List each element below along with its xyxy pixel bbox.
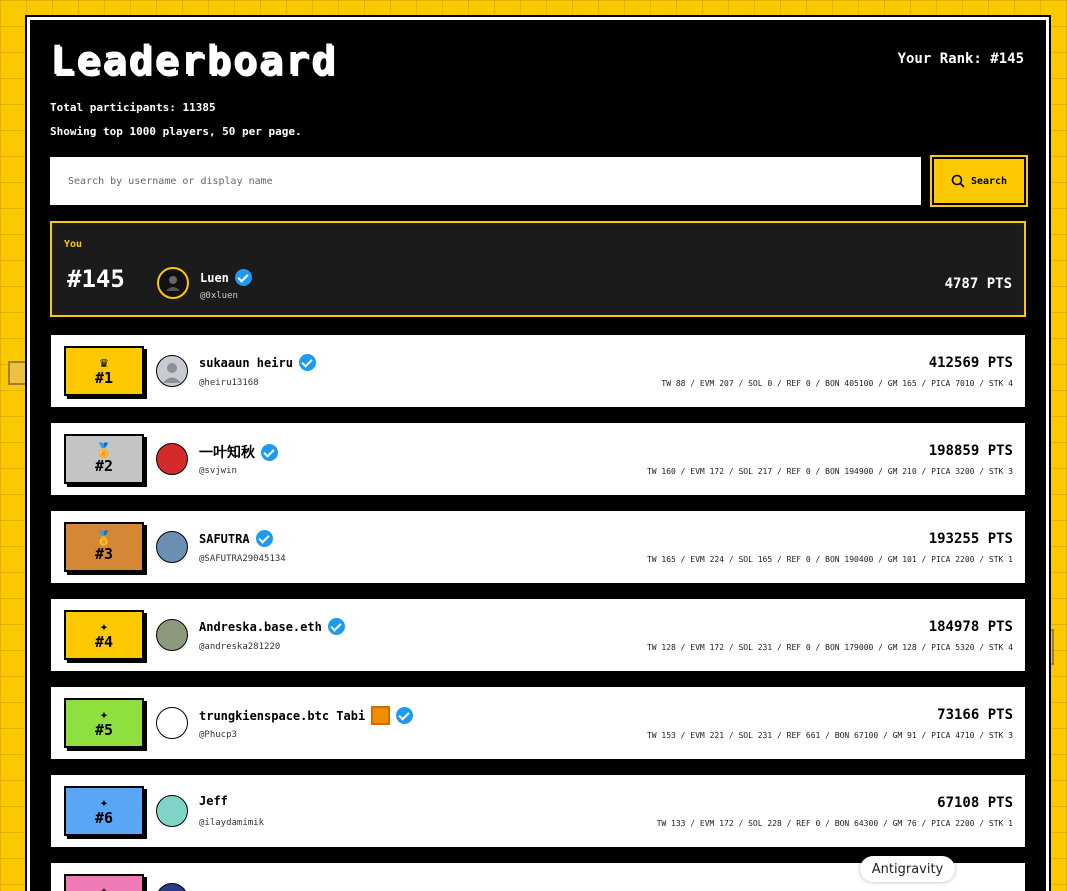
player-points: 67108 PTS	[937, 795, 1013, 811]
player-handle: @ilaydamimik	[199, 818, 265, 828]
player-name-text: Jeff	[199, 794, 228, 808]
player-points: 412569 PTS	[928, 355, 1013, 371]
rank-number: #3	[94, 545, 114, 563]
rank-number: #4	[94, 633, 114, 651]
total-participants: Total participants: 11385	[50, 101, 216, 114]
rank-badge: 🏅 #3	[64, 522, 144, 572]
player-name: SAFUTRA	[199, 530, 273, 547]
verified-icon	[327, 618, 345, 635]
avatar	[156, 355, 188, 387]
search-input[interactable]	[50, 157, 921, 205]
antigravity-badge[interactable]: Antigravity	[860, 856, 955, 882]
orange-square-icon	[371, 706, 391, 725]
rank-number: #1	[94, 369, 114, 387]
rank-number: #5	[94, 721, 114, 739]
player-handle: @svjwin	[199, 466, 237, 476]
showing-info: Showing top 1000 players, 50 per page.	[50, 125, 302, 138]
player-points: 73166 PTS	[937, 707, 1013, 723]
player-name-text: 一叶知秋	[199, 445, 255, 461]
your-name-text: Luen	[200, 270, 229, 285]
leaderboard-row[interactable]: 🏅 #3 SAFUTRA @SAFUTRA29045134 193255 PTS…	[51, 511, 1025, 583]
avatar	[156, 883, 188, 891]
player-stats: TW 88 / EVM 207 / SOL 0 / REF 0 / BON 40…	[661, 379, 1013, 388]
player-handle: @andreska281220	[199, 642, 281, 652]
player-name-text: Andreska.base.eth	[199, 619, 322, 634]
search-icon	[951, 174, 965, 188]
leaderboard-panel: Leaderboard Your Rank: #145 Total partic…	[25, 15, 1051, 891]
your-display-name: Luen	[200, 269, 252, 286]
default-avatar-icon	[163, 363, 181, 383]
player-name-text: SAFUTRA	[199, 531, 250, 546]
avatar	[156, 531, 188, 563]
player-stats: TW 165 / EVM 224 / SOL 165 / REF 0 / BON…	[646, 555, 1013, 564]
your-rank-number: #145	[67, 265, 125, 293]
rank-badge: ✦ #5	[64, 698, 144, 748]
player-stats: TW 153 / EVM 221 / SOL 231 / REF 661 / B…	[646, 731, 1013, 740]
player-points: 198859 PTS	[928, 443, 1013, 459]
your-points: 4787 PTS	[944, 276, 1012, 292]
player-handle: @heiru13168	[199, 378, 259, 388]
rank-badge: 🏅 #2	[64, 434, 144, 484]
sparkle-icon: ✦	[99, 883, 109, 891]
leaderboard-row[interactable]: 🏅 #2 一叶知秋 @svjwin 198859 PTS TW 160 / EV…	[51, 423, 1025, 495]
player-stats: TW 128 / EVM 172 / SOL 231 / REF 0 / BON…	[646, 643, 1013, 652]
you-label: You	[64, 239, 83, 250]
player-name: Jeff	[199, 794, 228, 808]
player-name-text: trungkienspace.btc Tabi	[199, 708, 366, 723]
search-button[interactable]: Search	[930, 155, 1028, 207]
player-name: Andreska.base.eth	[199, 618, 345, 635]
verified-icon	[396, 707, 414, 724]
rank-badge: ✦ #7	[64, 874, 144, 891]
leaderboard-row[interactable]: ✦ #5 trungkienspace.btc Tabi @Phucp3 731…	[51, 687, 1025, 759]
rank-badge: ✦ #4	[64, 610, 144, 660]
rank-badge: ♛ #1	[64, 346, 144, 396]
rank-number: #6	[94, 809, 114, 827]
rank-number: #2	[94, 457, 114, 475]
your-handle: @0xluen	[200, 291, 238, 301]
player-name: trungkienspace.btc Tabi	[199, 706, 414, 725]
avatar	[157, 267, 189, 299]
avatar	[156, 443, 188, 475]
leaderboard-row[interactable]: ✦ #6 Jeff @ilaydamimik 67108 PTS TW 133 …	[51, 775, 1025, 847]
search-button-label: Search	[970, 175, 1008, 187]
player-handle: @SAFUTRA29045134	[199, 554, 286, 564]
verified-icon	[298, 354, 316, 371]
leaderboard-row[interactable]: ♛ #1 sukaaun heiru @heiru13168 412569 PT…	[51, 335, 1025, 407]
rank-badge: ✦ #6	[64, 786, 144, 836]
leaderboard-row[interactable]: ✦ #4 Andreska.base.eth @andreska281220 1…	[51, 599, 1025, 671]
player-name-text: sukaaun heiru	[199, 355, 293, 370]
your-entry-card[interactable]: You #145 Luen @0xluen 4787 PTS	[50, 221, 1026, 317]
player-points: 184978 PTS	[928, 619, 1013, 635]
avatar	[156, 619, 188, 651]
verified-icon	[261, 443, 278, 461]
avatar	[156, 795, 188, 827]
player-name: 一叶知秋	[199, 442, 278, 462]
player-stats: TW 133 / EVM 172 / SOL 228 / REF 0 / BON…	[656, 819, 1013, 828]
user-avatar-icon	[166, 276, 180, 291]
verified-icon	[234, 269, 252, 286]
verified-icon	[255, 530, 273, 547]
avatar	[156, 707, 188, 739]
player-handle: @Phucp3	[199, 730, 237, 740]
your-rank-label: Your Rank: #145	[897, 51, 1024, 67]
player-points: 193255 PTS	[928, 531, 1013, 547]
player-stats: TW 160 / EVM 172 / SOL 217 / REF 0 / BON…	[646, 467, 1013, 476]
player-name: sukaaun heiru	[199, 354, 316, 371]
page-title: Leaderboard	[50, 38, 337, 84]
